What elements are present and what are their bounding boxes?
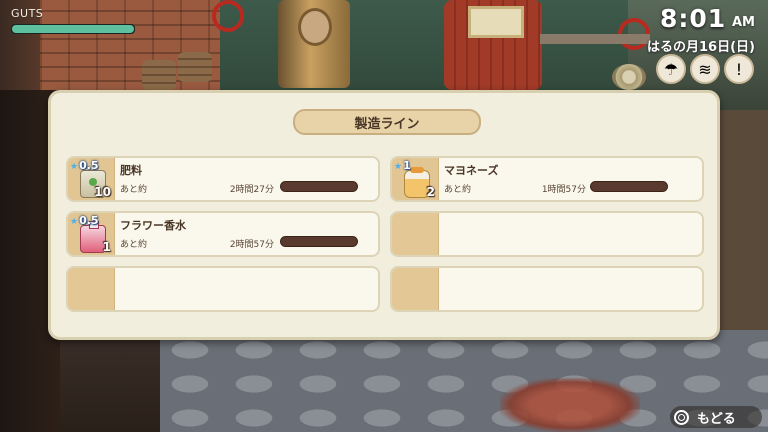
slot-icon-area [392,268,439,310]
wind-icon: ≋ [690,54,720,84]
item-name: フラワー香水 [120,219,186,232]
level-value: 0.5 [79,214,99,227]
umbrella-icon: ☂ [656,54,686,84]
clock-ampm: AM [732,15,755,30]
back-button[interactable]: もどる [670,406,762,428]
item-count: 1 [102,240,111,254]
remaining-label: あと約 [120,240,148,250]
notice-icon: ! [724,54,754,84]
empty-production-slot[interactable] [390,211,704,257]
remaining-time: 1時間57分 [541,185,586,195]
empty-production-slot[interactable] [390,266,704,312]
production-line-panel: 製造ライン ★0.5 10 肥料 あと約 2時間27分 ★1 2 マヨネーズ あ… [48,90,720,340]
red-valve [212,0,244,32]
level-badge: ★0.5 [70,214,99,227]
slot-icon-area [68,268,115,310]
level-value: 1 [403,159,411,172]
star-icon: ★ [70,162,79,172]
slot-icon-area: ★1 2 [392,158,439,200]
item-count: 2 [426,185,435,199]
pipe [540,34,650,44]
slot-icon-area [392,213,439,255]
progress-bar [280,236,358,247]
o-button-icon [674,409,689,425]
slot-icon-area: ★0.5 1 [68,213,115,255]
floor-rug [500,378,640,432]
gear-decoration [612,64,646,90]
star-icon: ★ [394,162,403,172]
clock-date: はるの月16日(日) [647,40,755,55]
production-slot-flower-perfume[interactable]: ★0.5 1 フラワー香水 あと約 2時間57分 [66,211,380,257]
tank-window [298,8,332,46]
empty-production-slot[interactable] [66,266,380,312]
item-count: 10 [94,185,111,199]
remaining-time: 2時間27分 [229,185,274,195]
progress-bar [280,181,358,192]
guts-label: GUTS [11,7,44,20]
production-slot-fertilizer[interactable]: ★0.5 10 肥料 あと約 2時間27分 [66,156,380,202]
production-slot-mayonnaise[interactable]: ★1 2 マヨネーズ あと約 1時間57分 [390,156,704,202]
guts-bar [11,24,135,34]
remaining-time: 2時間57分 [229,240,274,250]
panel-title: 製造ライン [293,109,481,135]
barrel [142,60,176,90]
barrel-sign [468,6,524,38]
slot-icon-area: ★0.5 10 [68,158,115,200]
item-name: 肥料 [120,164,142,177]
level-value: 0.5 [79,159,99,172]
remaining-label: あと約 [444,185,472,195]
item-name: マヨネーズ [444,164,499,177]
remaining-label: あと約 [120,185,148,195]
progress-bar [590,181,668,192]
guts-fill [12,25,134,33]
level-badge: ★0.5 [70,159,99,172]
clock-time: 8:01 [660,4,727,33]
level-badge: ★1 [394,159,411,172]
barrel [178,52,212,82]
star-icon: ★ [70,217,79,227]
back-label: もどる [697,411,736,427]
